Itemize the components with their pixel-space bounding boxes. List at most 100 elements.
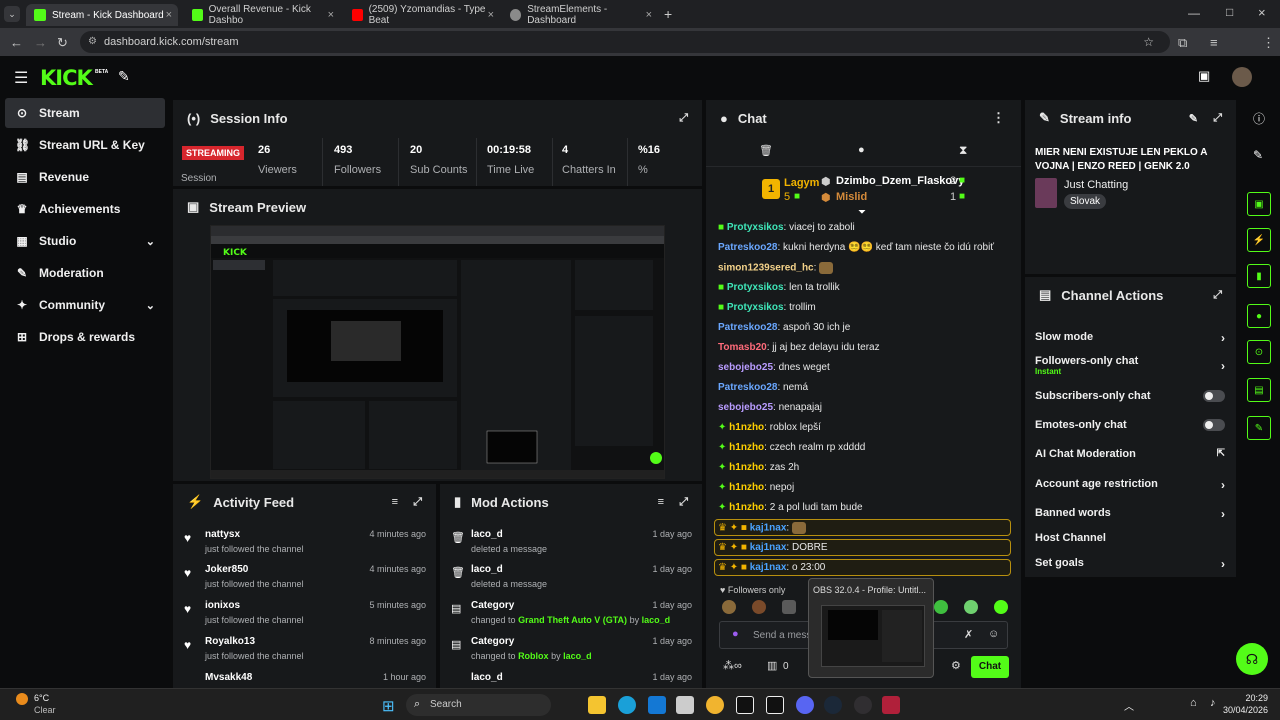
banned-words-row[interactable]: Banned words › xyxy=(1035,507,1225,521)
edit-pencil-icon[interactable]: ✎ xyxy=(1253,148,1263,162)
chat-bubble-icon[interactable]: ● xyxy=(858,144,865,156)
category-name[interactable]: Grand Theft Auto V (GTA) xyxy=(518,615,627,625)
emote-icon[interactable] xyxy=(782,600,796,614)
minimize-window-icon[interactable]: — xyxy=(1188,6,1200,20)
chat-username[interactable]: kaj1nax xyxy=(750,523,787,534)
chat-menu-icon[interactable]: ⋮ xyxy=(992,110,1005,126)
chat-username[interactable]: h1nzho xyxy=(729,442,764,453)
file-explorer-icon[interactable] xyxy=(588,696,606,714)
filter-icon[interactable]: ≡ xyxy=(658,496,664,508)
sidebar-item-studio[interactable]: ▦ Studio ⌄ xyxy=(5,226,165,256)
expand-icon[interactable]: ⤢ xyxy=(413,496,422,509)
chat-username[interactable]: Protyxsikos xyxy=(727,302,784,313)
filter-icon[interactable]: ≡ xyxy=(392,496,398,508)
windows-start-icon[interactable]: ⊞ xyxy=(382,697,395,715)
collapse-arrow-icon[interactable]: ⏷ xyxy=(858,207,866,218)
rail-button-channel-actions[interactable]: ▤ xyxy=(1247,378,1271,402)
rail-button-activity[interactable]: ⚡ xyxy=(1247,228,1271,252)
rail-button-chat[interactable]: ● xyxy=(1247,304,1271,328)
ai-moderation-row[interactable]: AI Chat Moderation ⇱ xyxy=(1035,448,1225,460)
chat-username[interactable]: Tomasb20 xyxy=(718,342,767,353)
capcut-icon[interactable] xyxy=(736,696,754,714)
clock-date[interactable]: 30/04/2026 xyxy=(1220,705,1268,715)
rail-button-preview[interactable]: ▣ xyxy=(1247,192,1271,216)
close-tab-icon[interactable]: × xyxy=(328,9,334,21)
chat-username[interactable]: h1nzho xyxy=(729,422,764,433)
chat-username[interactable]: h1nzho xyxy=(729,502,764,513)
forward-arrow-icon[interactable]: → xyxy=(34,35,47,50)
expand-icon[interactable]: ⤢ xyxy=(679,112,688,125)
close-tab-icon[interactable]: × xyxy=(488,9,494,21)
mod-user-link[interactable]: laco_d xyxy=(642,615,671,625)
new-tab-button[interactable]: + xyxy=(664,6,672,22)
sidebar-item-achievements[interactable]: ♛ Achievements xyxy=(5,194,165,224)
extensions-icon[interactable]: ⧉ xyxy=(1178,35,1187,51)
sidebar-item-revenue[interactable]: ▤ Revenue xyxy=(5,162,165,192)
tab-list-button[interactable]: ⌄ xyxy=(4,6,20,22)
obs-taskbar-preview[interactable]: OBS 32.0.4 - Profile: Untitl... xyxy=(808,578,934,678)
microphone-icon[interactable]: ● xyxy=(732,628,739,640)
top2-name[interactable]: Dzimbo_Dzem_Flaskovy xyxy=(836,175,964,187)
category-thumbnail[interactable] xyxy=(1035,178,1057,208)
url-input[interactable]: ⚙ dashboard.kick.com/stream ☆ xyxy=(80,31,1170,53)
bookmark-star-icon[interactable]: ☆ xyxy=(1143,31,1154,53)
send-chat-button[interactable]: Chat xyxy=(971,656,1009,678)
chat-username[interactable]: Patreskoo28 xyxy=(718,382,777,393)
chat-username[interactable]: kaj1nax xyxy=(750,542,787,553)
emote-icon[interactable] xyxy=(964,600,978,614)
steam-icon[interactable] xyxy=(824,696,842,714)
emotes-only-toggle[interactable] xyxy=(1203,419,1225,431)
edge-browser-icon[interactable] xyxy=(618,696,636,714)
close-tab-icon[interactable]: × xyxy=(166,9,172,21)
expand-icon[interactable]: ⤢ xyxy=(1213,289,1222,302)
store-icon[interactable]: ▥ xyxy=(767,659,777,672)
weather-icon[interactable] xyxy=(16,693,28,705)
users-icon[interactable]: ⁂∞ xyxy=(723,659,742,672)
emote-icon[interactable] xyxy=(752,600,766,614)
subscribers-only-toggle[interactable] xyxy=(1203,390,1225,402)
outlook-icon[interactable] xyxy=(648,696,666,714)
browser-tab-streamelements[interactable]: StreamElements - Dashboard × xyxy=(502,4,658,26)
sidebar-item-community[interactable]: ✦ Community ⌄ xyxy=(5,290,165,320)
clock-time[interactable]: 20:29 xyxy=(1232,693,1268,703)
weather-temp[interactable]: 6°C xyxy=(34,693,49,703)
category-name[interactable]: Roblox xyxy=(518,651,549,661)
rail-button-stream-info[interactable]: ✎ xyxy=(1247,416,1271,440)
sidebar-item-stream-url-key[interactable]: ⛓ Stream URL & Key xyxy=(5,130,165,160)
screen-share-icon[interactable]: ▣ xyxy=(1198,68,1210,84)
chat-username[interactable]: Protyxsikos xyxy=(727,282,784,293)
chat-username[interactable]: h1nzho xyxy=(729,462,764,473)
reload-icon[interactable]: ↻ xyxy=(57,35,68,51)
close-window-icon[interactable]: × xyxy=(1258,5,1266,20)
emoji-icon[interactable]: ☺ xyxy=(988,628,999,640)
app-icon[interactable] xyxy=(676,696,694,714)
back-arrow-icon[interactable]: ← xyxy=(10,35,23,50)
sidebar-item-moderation[interactable]: ✎ Moderation xyxy=(5,258,165,288)
emote-icon[interactable] xyxy=(722,600,736,614)
emote-icon[interactable] xyxy=(994,600,1008,614)
chat-username[interactable]: Patreskoo28 xyxy=(718,322,777,333)
edit-pencil-icon[interactable]: ✎ xyxy=(1189,112,1198,125)
slow-mode-row[interactable]: Slow mode › xyxy=(1035,331,1225,345)
chat-username[interactable]: kaj1nax xyxy=(750,562,787,573)
app-icon[interactable] xyxy=(882,696,900,714)
sidebar-item-drops-rewards[interactable]: ⊞ Drops & rewards xyxy=(5,322,165,352)
host-channel-row[interactable]: Host Channel xyxy=(1035,532,1225,544)
expand-icon[interactable]: ⤢ xyxy=(1213,112,1222,125)
obs-icon[interactable] xyxy=(854,696,872,714)
trash-icon[interactable]: 🗑 xyxy=(759,144,773,157)
settings-gear-icon[interactable]: ⚙ xyxy=(951,659,961,672)
volume-icon[interactable]: ♪ xyxy=(1210,697,1216,709)
kick-logo[interactable]: KICK xyxy=(40,66,93,90)
stream-preview-video[interactable]: KICK xyxy=(210,225,665,479)
mod-user-link[interactable]: laco_d xyxy=(563,651,592,661)
browser-tab-youtube[interactable]: (2509) Yzomandias - Type Beat × xyxy=(344,4,500,26)
chat-username[interactable]: simon1239sered_hc xyxy=(718,263,814,274)
expand-icon[interactable]: ⤢ xyxy=(679,496,688,509)
tray-overflow-icon[interactable]: ︿ xyxy=(1124,698,1134,713)
network-icon[interactable]: ⌂ xyxy=(1190,697,1197,709)
top3-name[interactable]: Mislid xyxy=(836,191,867,203)
followers-only-row[interactable]: Followers-only chat Instant › xyxy=(1035,355,1225,376)
rail-button-session[interactable]: ⊙ xyxy=(1247,340,1271,364)
browser-menu-icon[interactable]: ⋮ xyxy=(1262,35,1275,51)
